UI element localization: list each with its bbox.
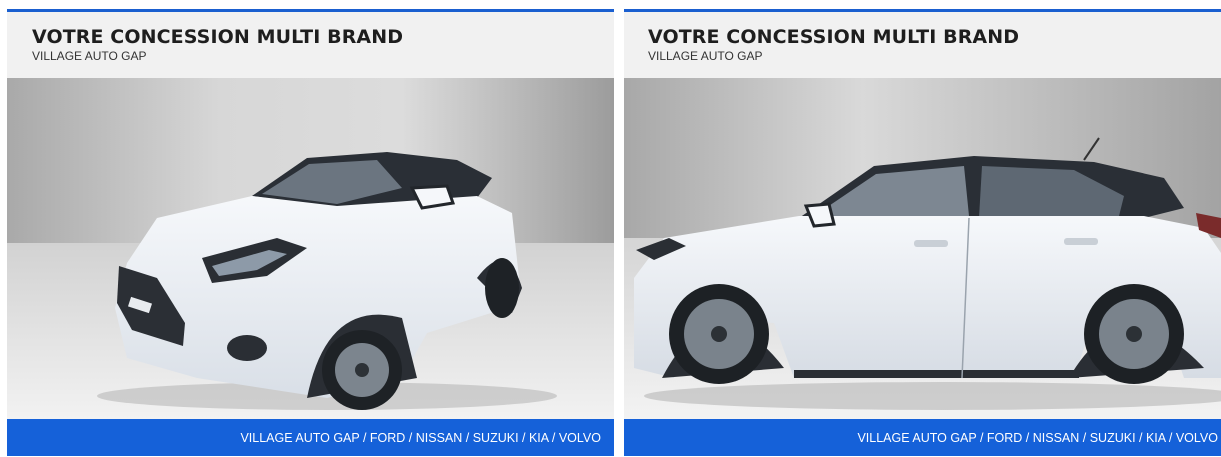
- listing-card-front[interactable]: VOTRE CONCESSION MULTI BRAND VILLAGE AUT…: [7, 9, 614, 456]
- listing-card-side[interactable]: VOTRE CONCESSION MULTI BRAND VILLAGE AUT…: [624, 9, 1221, 456]
- dealer-title: VOTRE CONCESSION MULTI BRAND: [32, 26, 404, 48]
- dealer-subtitle: VILLAGE AUTO GAP: [32, 49, 147, 63]
- dealer-brands-footer: VILLAGE AUTO GAP / FORD / NISSAN / SUZUK…: [7, 419, 614, 456]
- car-photo-side[interactable]: [624, 78, 1221, 420]
- car-photo-front[interactable]: [7, 78, 614, 420]
- dealer-title: VOTRE CONCESSION MULTI BRAND: [648, 26, 1020, 48]
- dealer-subtitle: VILLAGE AUTO GAP: [648, 49, 763, 63]
- dealer-brands-footer: VILLAGE AUTO GAP / FORD / NISSAN / SUZUK…: [624, 419, 1221, 456]
- card-header: VOTRE CONCESSION MULTI BRAND VILLAGE AUT…: [624, 12, 1221, 78]
- card-header: VOTRE CONCESSION MULTI BRAND VILLAGE AUT…: [7, 12, 614, 78]
